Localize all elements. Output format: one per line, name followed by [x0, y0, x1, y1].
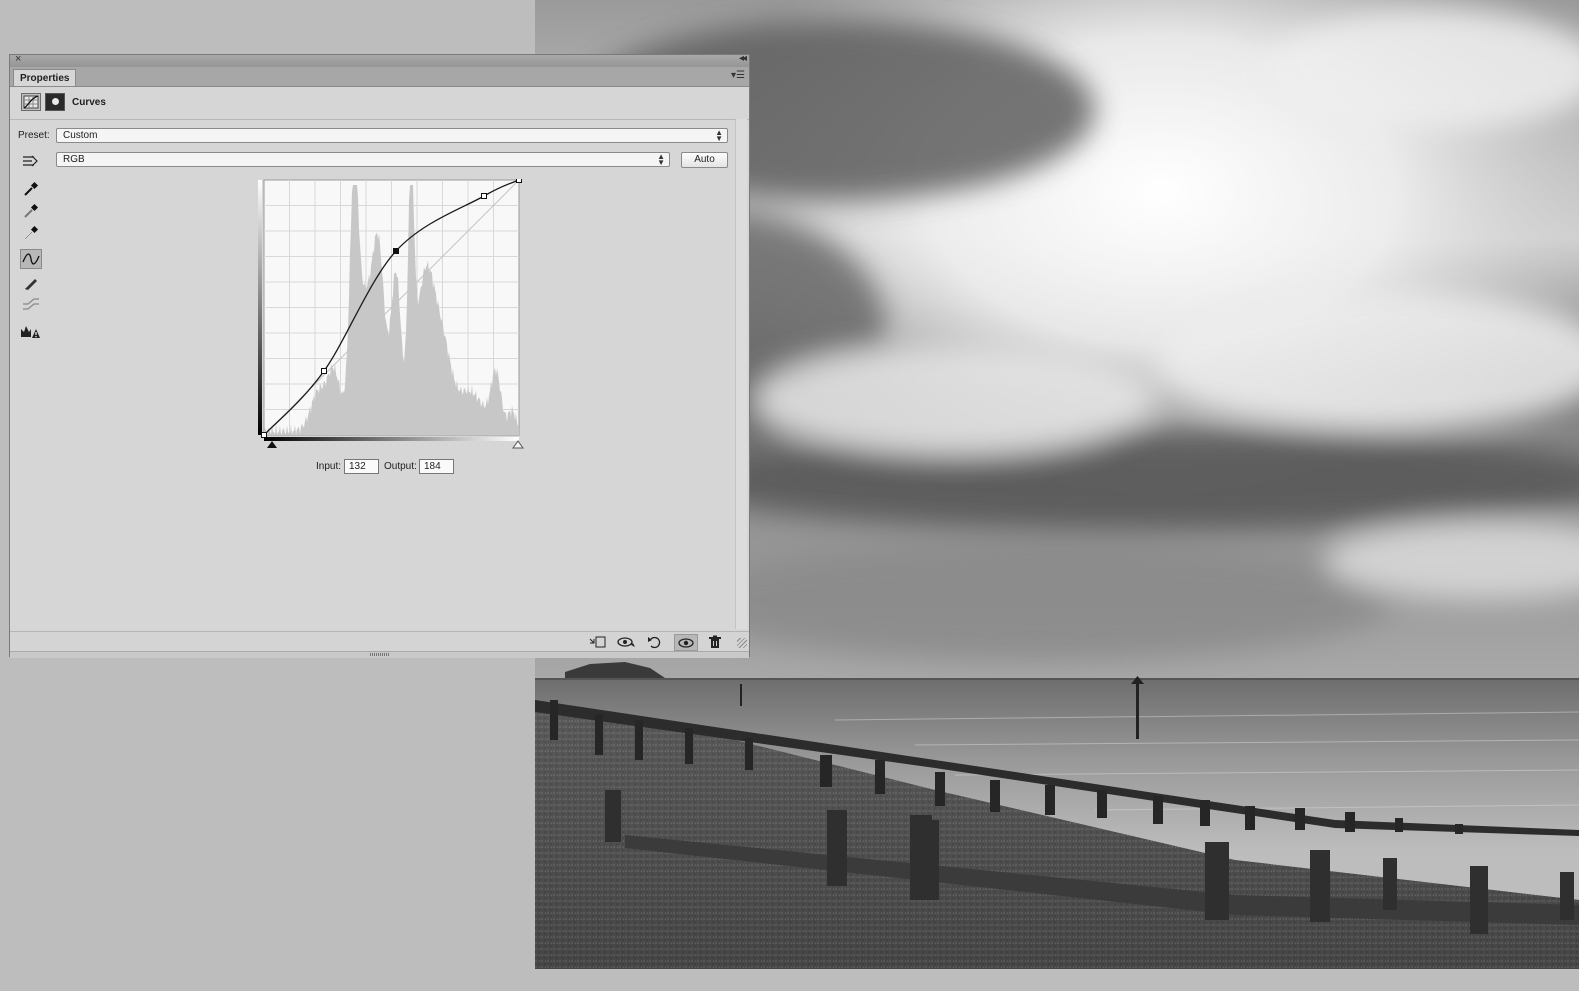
close-icon[interactable]: × — [15, 53, 21, 65]
input-label: Input: — [316, 461, 342, 472]
smooth-curve-icon[interactable] — [20, 295, 42, 315]
panel-tab-bar: Properties ▾☰ — [10, 67, 749, 87]
curve-point[interactable] — [393, 248, 399, 254]
panel-scrollbar[interactable] — [735, 119, 747, 629]
reset-icon[interactable] — [643, 634, 667, 651]
input-field[interactable]: 132 — [344, 459, 379, 474]
preset-value: Custom — [63, 130, 98, 141]
panel-drag-handle[interactable] — [10, 651, 749, 658]
output-label: Output: — [384, 461, 417, 472]
select-arrows-icon: ▲ ▼ — [657, 152, 665, 167]
layer-mask-icon[interactable] — [45, 93, 65, 111]
preset-label: Preset: — [18, 130, 50, 141]
adjustment-header: Curves — [10, 87, 749, 120]
auto-button[interactable]: Auto — [681, 152, 728, 168]
properties-panel: × ◂◂ Properties ▾☰ Curves Preset: Custom… — [9, 53, 750, 658]
curve-point[interactable] — [516, 179, 522, 183]
draw-curve-pencil-icon[interactable] — [20, 273, 42, 293]
black-point-slider-icon[interactable] — [267, 441, 277, 448]
preset-select[interactable]: Custom ▲ ▼ — [56, 128, 728, 143]
delete-icon[interactable] — [703, 634, 727, 651]
sample-black-point-icon[interactable] — [20, 179, 42, 199]
curves-graph[interactable] — [258, 179, 526, 451]
input-output-row: Input: 132 Output: 184 — [316, 459, 486, 475]
output-field[interactable]: 184 — [419, 459, 454, 474]
collapse-panel-icon[interactable]: ◂◂ — [739, 53, 747, 64]
panel-bottom-bar — [10, 631, 749, 652]
view-previous-state-icon[interactable] — [614, 634, 638, 651]
tab-properties[interactable]: Properties — [13, 69, 77, 86]
panel-menu-icon[interactable]: ▾☰ — [731, 70, 745, 81]
edit-points-curve-icon[interactable] — [20, 249, 42, 269]
adjustment-title: Curves — [72, 97, 106, 108]
clipping-warning-icon[interactable] — [20, 321, 42, 341]
select-arrows-icon: ▲ ▼ — [715, 128, 723, 143]
curves-adjustment-icon[interactable] — [21, 93, 41, 111]
sample-gray-point-icon[interactable] — [20, 201, 42, 221]
resize-grip-icon[interactable] — [737, 638, 747, 648]
curve-point[interactable] — [261, 432, 267, 438]
on-image-adjust-icon[interactable] — [19, 151, 41, 171]
white-point-slider-icon[interactable] — [512, 440, 524, 449]
curve-point[interactable] — [321, 368, 327, 374]
curve-point[interactable] — [481, 193, 487, 199]
clip-to-layer-icon[interactable] — [586, 634, 610, 651]
output-gradient-bar — [258, 180, 262, 435]
channel-select[interactable]: RGB ▲ ▼ — [56, 152, 670, 167]
input-gradient-bar — [264, 437, 519, 441]
sample-white-point-icon[interactable] — [20, 223, 42, 243]
toggle-visibility-icon[interactable] — [674, 634, 698, 651]
channel-value: RGB — [63, 154, 85, 165]
